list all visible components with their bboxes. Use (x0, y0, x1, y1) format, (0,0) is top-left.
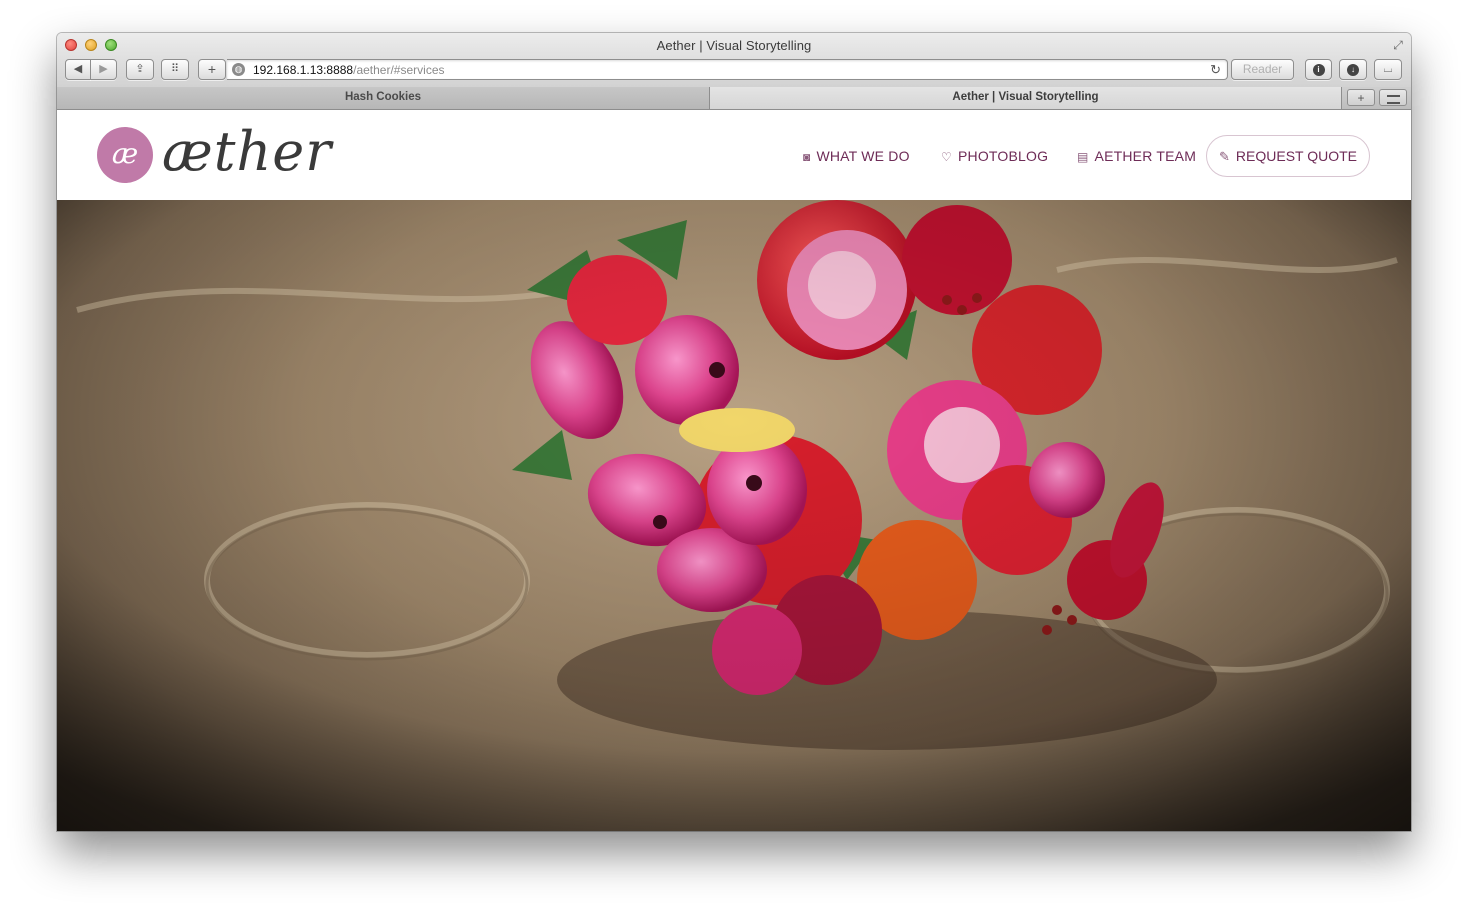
window-title: Aether | Visual Storytelling (656, 38, 812, 53)
reload-icon[interactable]: ↻ (1210, 62, 1221, 78)
forward-button[interactable]: ▶ (90, 59, 117, 80)
nav-what-we-do-label: WHAT WE DO (816, 148, 910, 164)
tab-overview-icon (1387, 95, 1400, 104)
site-header: æ æther ◙ WHAT WE DO ♡ PHOTOBLOG ▤ AETHER T… (57, 110, 1411, 200)
info-icon: i (1312, 64, 1325, 76)
share-button[interactable]: ⇪ (126, 59, 154, 80)
newspaper-icon: ▤ (1077, 150, 1089, 164)
nav-aether-team-label: AETHER TEAM (1094, 148, 1197, 164)
address-bar[interactable]: ◍ 192.168.1.13:8888/aether/#services ↻ (227, 59, 1228, 80)
grid-icon: ⠿ (170, 63, 180, 75)
nav-photoblog[interactable]: ♡ PHOTOBLOG (941, 146, 1048, 166)
nav-photoblog-label: PHOTOBLOG (957, 148, 1049, 164)
nav-aether-team[interactable]: ▤ AETHER TEAM (1077, 146, 1196, 166)
bouquet-on-sand-photo (57, 200, 1411, 831)
reading-list-button[interactable]: ⌴ (1374, 59, 1402, 80)
globe-icon: ◍ (232, 63, 245, 76)
back-button[interactable]: ◀ (65, 59, 91, 80)
top-sites-button[interactable]: ⠿ (161, 59, 189, 80)
add-bookmark-button[interactable]: + (198, 59, 226, 80)
fullscreen-icon[interactable]: ⤢ (1391, 38, 1405, 52)
back-arrow-icon: ◀ (73, 63, 83, 75)
request-quote-label: REQUEST QUOTE (1235, 148, 1357, 164)
reading-list-icon: ⌴ (1383, 63, 1393, 75)
logo-mark[interactable]: æ (97, 127, 153, 183)
url-host: 192.168.1.13:8888 (253, 63, 354, 77)
request-quote-button[interactable]: ✎ REQUEST QUOTE (1206, 135, 1370, 177)
tab-bar: Hash Cookies Aether | Visual Storytellin… (57, 87, 1411, 110)
info-button[interactable]: i (1305, 59, 1332, 80)
forward-arrow-icon: ▶ (99, 63, 108, 75)
url-text[interactable]: 192.168.1.13:8888/aether/#services (253, 63, 445, 77)
web-page: æ æther ◙ WHAT WE DO ♡ PHOTOBLOG ▤ AETHER T… (57, 110, 1411, 831)
heart-icon: ♡ (941, 150, 952, 164)
logo-wordmark[interactable]: æther (162, 120, 332, 184)
browser-window: Aether | Visual Storytelling ⤢ ◀ ▶ ⇪ ⠿ +… (57, 33, 1411, 831)
reader-button[interactable]: Reader (1231, 59, 1294, 80)
downloads-button[interactable]: ↓ (1339, 59, 1367, 80)
pencil-icon: ✎ (1219, 149, 1230, 164)
download-icon: ↓ (1347, 64, 1359, 76)
tab-hash-cookies[interactable]: Hash Cookies (57, 87, 710, 109)
hero-image (57, 200, 1411, 831)
camera-icon: ◙ (803, 150, 811, 164)
url-path: /aether/#services (353, 63, 445, 77)
browser-toolbar: Aether | Visual Storytelling ⤢ ◀ ▶ ⇪ ⠿ +… (57, 33, 1411, 88)
tab-aether[interactable]: Aether | Visual Storytelling (710, 87, 1342, 109)
share-icon: ⇪ (135, 63, 145, 75)
tab-overview-button[interactable] (1379, 89, 1407, 106)
new-tab-button[interactable]: + (1347, 89, 1375, 106)
nav-what-we-do[interactable]: ◙ WHAT WE DO (803, 146, 910, 166)
plus-icon: + (207, 61, 217, 77)
